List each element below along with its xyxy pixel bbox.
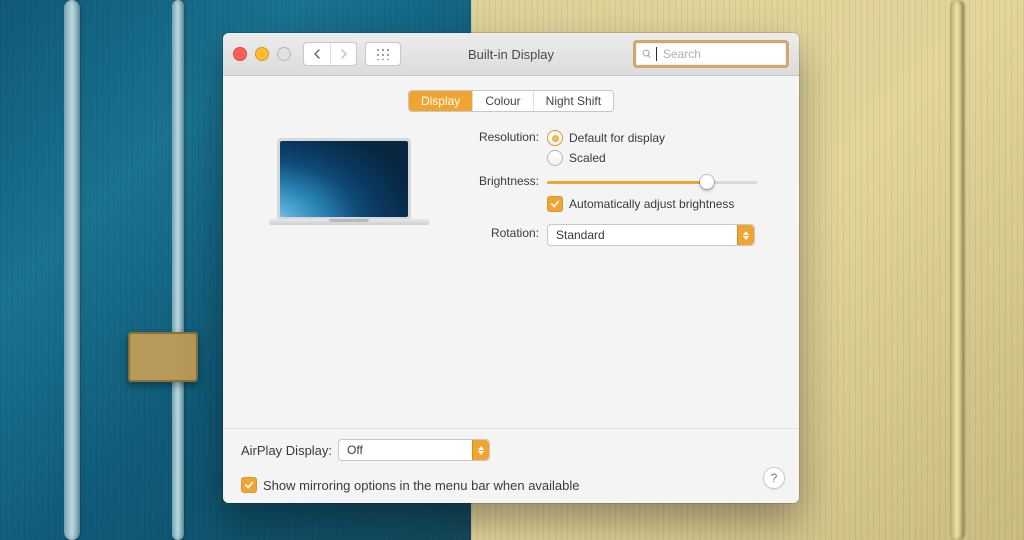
checkbox-show-mirroring-label: Show mirroring options in the menu bar w… (263, 478, 580, 493)
rotation-label: Rotation: (463, 224, 547, 240)
window-titlebar: Built-in Display (223, 33, 799, 76)
slider-thumb[interactable] (700, 175, 714, 189)
rotation-select[interactable]: Standard (547, 224, 755, 246)
rotation-select-value: Standard (548, 228, 737, 242)
tab-night-shift[interactable]: Night Shift (533, 91, 613, 111)
window-body: Display Colour Night Shift Resolution: (223, 76, 799, 503)
radio-default-label: Default for display (569, 131, 665, 145)
radio-scaled[interactable] (547, 150, 563, 166)
chevron-left-icon (313, 49, 321, 59)
checkbox-auto-brightness[interactable] (547, 196, 563, 212)
search-icon (642, 48, 652, 60)
footer: AirPlay Display: Off Show mirroring opti… (223, 428, 799, 503)
back-button[interactable] (304, 43, 330, 65)
tab-display[interactable]: Display (409, 91, 472, 111)
airplay-select[interactable]: Off (338, 439, 490, 461)
window-controls (233, 47, 291, 61)
help-button[interactable]: ? (763, 467, 785, 489)
zoom-button[interactable] (277, 47, 291, 61)
chevron-updown-icon (737, 225, 754, 245)
search-field[interactable] (633, 40, 789, 68)
chevron-right-icon (340, 49, 348, 59)
checkbox-show-mirroring[interactable] (241, 477, 257, 493)
tab-bar: Display Colour Night Shift (223, 76, 799, 124)
show-all-button[interactable] (365, 42, 401, 66)
preferences-window: Built-in Display Display Colour Night Sh… (223, 33, 799, 503)
resolution-label: Resolution: (463, 128, 547, 144)
minimize-button[interactable] (255, 47, 269, 61)
forward-button[interactable] (330, 43, 356, 65)
brightness-slider[interactable] (547, 172, 757, 190)
text-cursor (656, 47, 657, 61)
chevron-updown-icon (472, 440, 489, 460)
radio-scaled-label: Scaled (569, 151, 606, 165)
close-button[interactable] (233, 47, 247, 61)
radio-default-for-display[interactable] (547, 130, 563, 146)
device-preview (249, 128, 439, 256)
brightness-label: Brightness: (463, 172, 547, 188)
grid-icon (376, 48, 390, 60)
airplay-label: AirPlay Display: (241, 439, 338, 458)
macbook-icon (269, 138, 419, 238)
airplay-select-value: Off (339, 443, 472, 457)
search-input[interactable] (661, 46, 780, 62)
checkbox-auto-brightness-label: Automatically adjust brightness (569, 197, 734, 211)
tab-colour[interactable]: Colour (472, 91, 532, 111)
nav-segmented-control (303, 42, 357, 66)
